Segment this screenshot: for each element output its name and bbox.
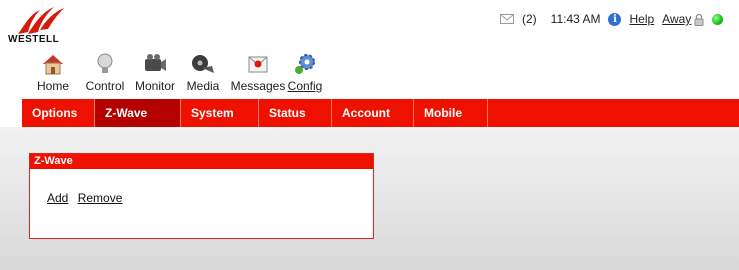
toolbar-monitor-label: Monitor [134, 79, 175, 93]
message-icon [248, 56, 268, 73]
tab-status[interactable]: Status [259, 99, 332, 127]
film-icon [192, 55, 214, 73]
clock-time: 11:43 AM [550, 12, 601, 26]
message-count[interactable]: (2) [522, 12, 537, 26]
tab-z-wave[interactable]: Z-Wave [95, 99, 181, 127]
toolbar-messages-label: Messages [230, 79, 286, 93]
away-mode-link[interactable]: Away [662, 12, 691, 26]
z-wave-panel: Z-Wave Add Remove [29, 153, 374, 239]
toolbar-media-label: Media [186, 79, 220, 93]
toolbar-config-label: Config [287, 79, 323, 93]
logo-swoosh-icon [18, 7, 64, 34]
home-icon [43, 55, 63, 75]
logo-text: WESTELL [8, 34, 60, 45]
status-indicator-icon [712, 13, 724, 25]
tab-system[interactable]: System [181, 99, 259, 127]
tab-account[interactable]: Account [332, 99, 414, 127]
help-link[interactable]: Help [629, 12, 654, 26]
add-link[interactable]: Add [47, 191, 68, 205]
panel-actions: Add Remove [47, 191, 128, 205]
toolbar-control[interactable]: Control [85, 52, 125, 93]
nav-tabs: Options Z-Wave System Status Account Mob… [22, 99, 739, 127]
toolbar-home-label: Home [36, 79, 69, 93]
toolbar-home[interactable]: Home [33, 52, 73, 93]
mail-icon[interactable] [500, 14, 514, 24]
toolbar-media[interactable]: Media [185, 52, 221, 93]
gear-icon [295, 54, 315, 74]
status-bar: (2) 11:43 AM i Help Away [500, 11, 724, 27]
westell-logo: WESTELL [8, 4, 72, 48]
lock-icon[interactable] [694, 13, 704, 26]
toolbar-control-label: Control [85, 79, 125, 93]
panel-title: Z-Wave [30, 154, 373, 169]
remove-link[interactable]: Remove [78, 191, 123, 205]
toolbar-messages[interactable]: Messages [229, 52, 287, 93]
camera-icon [145, 54, 166, 71]
toolbar-config[interactable]: Config [287, 52, 323, 93]
toolbar-monitor[interactable]: Monitor [133, 52, 177, 93]
info-icon[interactable]: i [608, 12, 622, 26]
tab-options[interactable]: Options [22, 99, 95, 127]
tab-mobile[interactable]: Mobile [414, 99, 488, 127]
bulb-icon [97, 53, 113, 73]
